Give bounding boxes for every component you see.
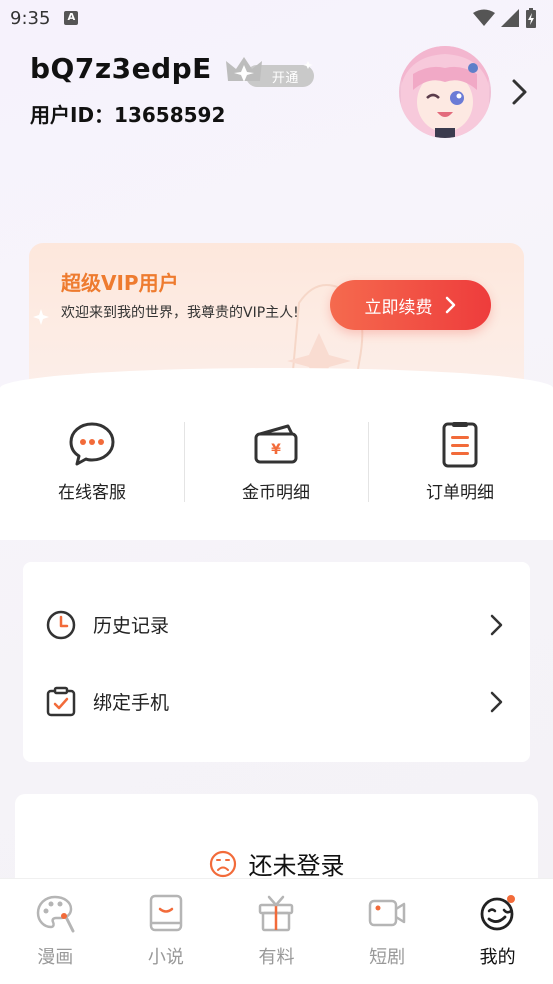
tab-mine[interactable]: 我的 [442,879,553,984]
vip-description: 欢迎来到我的世界，我尊贵的VIP主人! [61,305,299,321]
user-id-value: 13658592 [114,103,226,127]
menu-item-label: 绑定手机 [93,692,170,714]
chat-bubble-icon [69,422,115,466]
login-prompt-text: 还未登录 [248,852,345,880]
menu-item-history[interactable]: 历史记录 [23,586,530,663]
status-bar: 9:35 A [0,0,553,36]
status-icons [473,8,537,28]
quick-action-label: 在线客服 [58,483,126,503]
battery-icon [526,8,536,28]
gift-box-icon [259,895,294,932]
chevron-right-icon [490,691,503,712]
tab-label: 小说 [147,947,184,968]
menu-item-bind-phone[interactable]: 绑定手机 [23,663,530,740]
tab-label: 有料 [258,947,295,968]
quick-actions: 在线客服 ¥ 金币明细 订单明细 [0,420,553,504]
sad-face-icon [209,850,236,877]
quick-action-coin-details[interactable]: ¥ 金币明细 [184,420,368,504]
renew-button[interactable]: 立即续费 [330,280,491,330]
user-id-row: 用户ID：13658592 [30,99,316,128]
wifi-icon [473,9,495,26]
vip-badge-label: 开通 [271,70,299,86]
bottom-tab-bar: 漫画 小说 有料 短剧 我的 [0,878,553,984]
profile-header: bQ7z3edpE 开通 用户ID：13658592 [30,52,316,128]
avatar[interactable] [399,46,491,138]
signal-icon [501,9,519,27]
clock-icon [46,610,76,639]
wallet-icon: ¥ [254,424,298,464]
tab-comics[interactable]: 漫画 [0,879,111,984]
quick-action-label: 金币明细 [242,483,310,503]
tab-novels[interactable]: 小说 [111,879,222,984]
divider [368,422,369,502]
profile-chevron-right-icon[interactable] [506,78,532,106]
book-icon [149,894,183,932]
svg-text:¥: ¥ [271,442,281,458]
quick-action-label: 订单明细 [426,483,494,503]
settings-menu: 历史记录 绑定手机 [23,562,530,762]
tab-short-drama[interactable]: 短剧 [332,879,443,984]
divider [184,422,185,502]
crown-badge-icon [225,56,314,87]
quick-action-order-details[interactable]: 订单明细 [368,420,552,504]
menu-item-label: 历史记录 [93,615,170,637]
status-time: 9:35 [10,7,51,29]
vip-title: 超级VIP用户 [61,271,179,295]
renew-button-label: 立即续费 [364,297,433,318]
tab-label: 短剧 [369,947,406,968]
tab-featured[interactable]: 有料 [221,879,332,984]
renew-chevron-icon [445,296,455,314]
order-list-icon [442,422,478,468]
user-id-label: 用户ID： [30,103,115,127]
username-row: bQ7z3edpE 开通 [30,52,316,87]
anime-avatar-image [401,46,489,138]
video-camera-icon [368,899,406,927]
chevron-right-icon [490,614,503,635]
profile-face-icon [480,895,515,931]
vip-open-badge[interactable]: 开通 [224,53,316,87]
palette-icon [37,895,75,933]
quick-action-customer-service[interactable]: 在线客服 [0,420,184,504]
username: bQ7z3edpE [30,52,212,85]
notification-a-icon: A [64,11,79,25]
clipboard-check-icon [46,686,76,716]
tab-label: 漫画 [37,947,74,968]
tab-label: 我的 [479,947,516,968]
login-prompt: 还未登录 [15,846,538,881]
